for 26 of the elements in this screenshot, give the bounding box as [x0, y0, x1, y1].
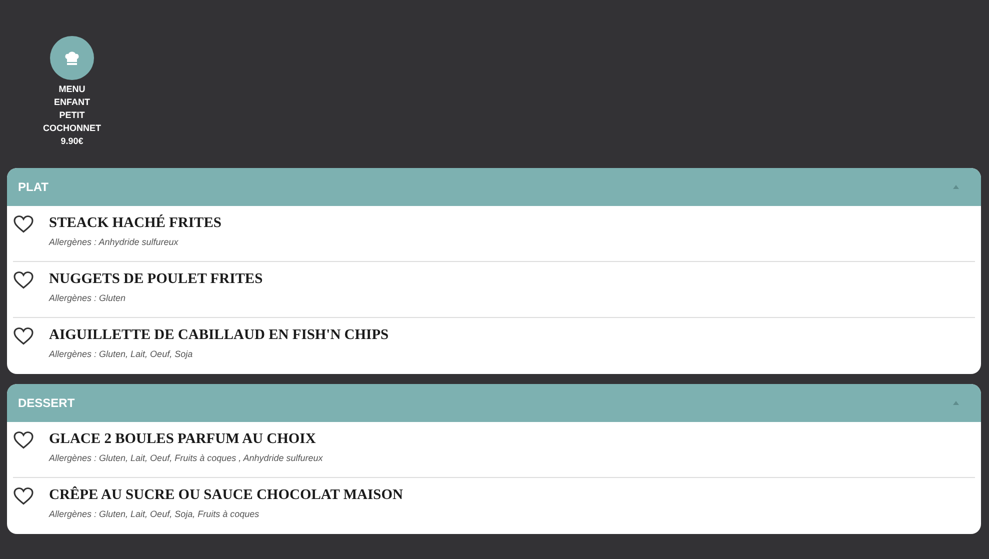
- menu-title-line: COCHONNET: [43, 122, 101, 135]
- menu-title-line: ENFANT: [54, 96, 90, 109]
- chef-hat-button[interactable]: [50, 36, 94, 80]
- allergen-text: Allergènes : Gluten: [49, 292, 127, 304]
- allergen-text: Allergènes : Gluten, Lait, Oeuf, Fruits à coques , Anhydride sulfureux: [49, 452, 323, 464]
- heart-icon[interactable]: [13, 327, 34, 345]
- allergen-text: Allergènes : Anhydride sulfureux: [49, 236, 180, 248]
- section-title: DESSERT: [18, 395, 75, 412]
- dish-name: CRÊPE AU SUCRE OU SAUCE CHOCOLAT MAISON: [49, 486, 403, 504]
- allergen-text: Allergènes : Gluten, Lait, Oeuf, Soja, Fruits à coques: [49, 508, 260, 520]
- dish-name: NUGGETS DE POULET FRITES: [49, 270, 263, 288]
- dish-name: STEACK HACHÉ FRITES: [49, 214, 222, 232]
- menu-title-line: PETIT: [59, 109, 85, 122]
- menu-title-line: MENU: [58, 83, 86, 96]
- heart-icon[interactable]: [13, 271, 34, 289]
- allergen-text: Allergènes : Gluten, Lait, Oeuf, Soja: [49, 348, 194, 360]
- section-title: PLAT: [18, 179, 48, 196]
- section-header[interactable]: DESSERT: [7, 384, 981, 422]
- menu-price: 9.90€: [60, 135, 84, 148]
- dish-name: AIGUILLETTE DE CABILLAUD EN FISH'N CHIPS: [49, 326, 389, 344]
- dish-name: GLACE 2 BOULES PARFUM AU CHOIX: [49, 430, 317, 448]
- heart-icon[interactable]: [13, 431, 34, 449]
- chef-hat-icon: [64, 50, 80, 66]
- heart-icon[interactable]: [13, 487, 34, 505]
- heart-icon[interactable]: [13, 215, 34, 233]
- section-header[interactable]: PLAT: [7, 168, 981, 206]
